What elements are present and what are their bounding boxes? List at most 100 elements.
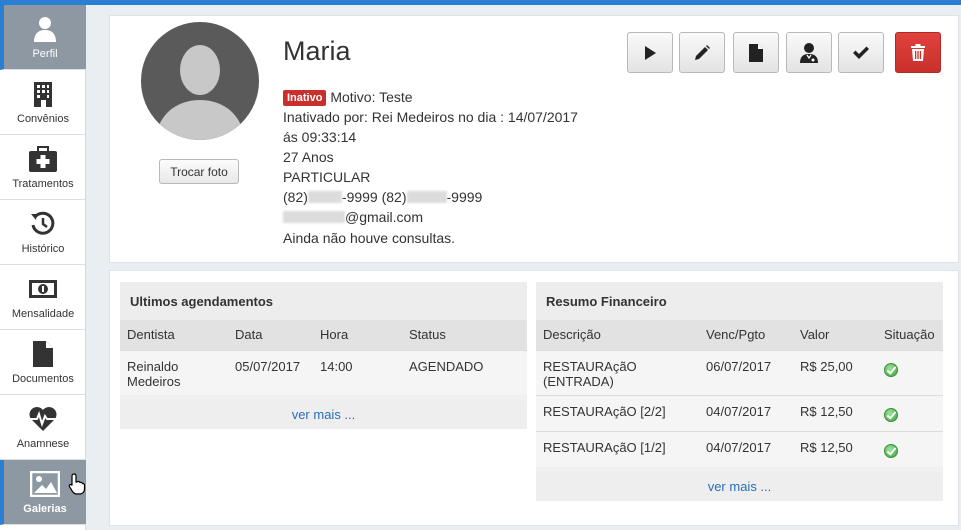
sidebar-item-documentos[interactable]: Documentos <box>0 330 86 395</box>
date-cell: 06/07/2017 <box>699 349 793 395</box>
money-icon <box>0 275 86 303</box>
column-header: Dentista <box>120 320 228 350</box>
top-accent-bar <box>0 0 961 5</box>
description-cell: RESTAURAçãO [2/2] <box>536 394 699 431</box>
description-text: RESTAURAçãO <box>543 358 637 374</box>
description-cell: RESTAURAçãO (ENTRADA) <box>536 349 699 395</box>
profile-card: Trocar foto Maria Inativo Motivo: Teste … <box>109 15 959 263</box>
sidebar-item-label: Histórico <box>21 243 65 255</box>
column-header: Situação <box>877 320 943 350</box>
status-cell: AGENDADO <box>402 349 527 395</box>
table-row[interactable]: Reinaldo Medeiros 05/07/2017 14:00 AGENDA… <box>120 349 527 395</box>
column-header: Venc/Pgto <box>699 320 793 350</box>
finance-table: Descrição Venc/Pgto Valor Situação RESTA… <box>536 320 943 467</box>
email: @gmail.com <box>283 209 423 225</box>
file-icon <box>749 43 763 62</box>
check-circle-icon <box>884 362 898 377</box>
finance-panel: Resumo Financeiro Descrição Venc/Pgto Va… <box>536 282 943 501</box>
pencil-icon <box>695 44 710 60</box>
play-icon <box>645 45 656 60</box>
finance-title: Resumo Financeiro <box>536 282 943 320</box>
sidebar-item-label: Documentos <box>12 373 74 385</box>
history-icon <box>0 210 86 238</box>
hand-cursor-icon <box>68 473 86 495</box>
document-icon <box>0 340 86 368</box>
sidebar-item-galerias[interactable]: Galerias <box>0 460 86 525</box>
phone2-prefix: (82) <box>381 189 407 205</box>
patient-name: Maria <box>283 36 351 66</box>
appointments-table: Dentista Data Hora Status Reinaldo Medeir… <box>120 320 527 395</box>
sidebar-item-convenios[interactable]: Convênios <box>0 70 86 135</box>
date-cell: 04/07/2017 <box>699 394 793 431</box>
patient-age: 27 Anos <box>283 149 334 165</box>
description-cell: RESTAURAçãO [1/2] <box>536 430 699 467</box>
redacted-email-user <box>283 211 345 223</box>
building-icon <box>0 80 86 108</box>
situation-cell <box>877 349 943 395</box>
sidebar-item-label: Convênios <box>17 113 69 125</box>
inactivation-reason: Motivo: Teste <box>330 89 413 105</box>
inactivated-by: Inativado por: Rei Medeiros no dia : 14/… <box>283 109 578 125</box>
date-cell: 04/07/2017 <box>699 430 793 467</box>
column-header: Hora <box>313 320 402 350</box>
user-icon <box>4 15 86 43</box>
situation-cell <box>877 394 943 431</box>
avatar <box>141 22 259 140</box>
column-header: Descrição <box>536 320 699 350</box>
sidebar-item-tratamentos[interactable]: Tratamentos <box>0 135 86 200</box>
appointments-more-link[interactable]: ver mais ... <box>120 400 527 429</box>
value-cell: R$ 12,50 <box>793 394 877 431</box>
trash-icon <box>911 43 925 61</box>
summary-section: Ultimos agendamentos Dentista Data Hora … <box>109 270 959 526</box>
check-circle-icon <box>884 443 898 458</box>
time-cell: 14:00 <box>313 349 402 395</box>
date-cell: 05/07/2017 <box>228 349 313 395</box>
play-button[interactable] <box>627 32 673 73</box>
phone1-suffix: -9999 <box>341 189 378 205</box>
medkit-icon <box>0 145 86 173</box>
delete-button[interactable] <box>895 32 941 73</box>
finance-more-link[interactable]: ver mais ... <box>536 472 943 501</box>
doctor-button[interactable] <box>786 32 832 73</box>
dentist-last-name: Medeiros <box>127 373 181 389</box>
column-header: Status <box>402 320 527 350</box>
redacted-digits <box>406 191 447 203</box>
sidebar-item-anamnese[interactable]: Anamnese <box>0 395 86 460</box>
document-button[interactable] <box>733 32 779 73</box>
confirm-button[interactable] <box>838 32 884 73</box>
edit-button[interactable] <box>679 32 725 73</box>
sidebar-item-label: Mensalidade <box>11 308 75 320</box>
table-row[interactable]: RESTAURAçãO [1/2] 04/07/2017 R$ 12,50 <box>536 430 943 467</box>
appointments-panel: Ultimos agendamentos Dentista Data Hora … <box>120 282 527 429</box>
table-row[interactable]: RESTAURAçãO [2/2] 04/07/2017 R$ 12,50 <box>536 394 943 431</box>
table-row[interactable]: RESTAURAçãO (ENTRADA) 06/07/2017 R$ 25,00 <box>536 349 943 395</box>
sidebar-item-label: Anamnese <box>16 438 70 450</box>
sidebar-item-label: Perfil <box>32 48 58 60</box>
column-header: Valor <box>793 320 877 350</box>
sidebar-item-historico[interactable]: Histórico <box>0 200 86 265</box>
value-cell: R$ 12,50 <box>793 430 877 467</box>
column-header: Data <box>228 320 313 350</box>
phone2-suffix: -9999 <box>446 189 483 205</box>
doctor-icon <box>800 42 818 63</box>
check-circle-icon <box>884 407 898 422</box>
dentist-first-name: Reinaldo <box>127 358 179 374</box>
consultations-info: Ainda não houve consultas. <box>283 230 456 246</box>
appointments-title: Ultimos agendamentos <box>120 282 527 320</box>
change-photo-button[interactable]: Trocar foto <box>159 159 239 184</box>
check-icon <box>853 46 869 59</box>
inactivated-time: ás 09:33:14 <box>283 129 357 145</box>
phone1-prefix: (82) <box>283 189 308 205</box>
table-header-row: Descrição Venc/Pgto Valor Situação <box>536 320 943 350</box>
sidebar-item-mensalidade[interactable]: Mensalidade <box>0 265 86 330</box>
sidebar-item-label: Galerias <box>23 503 67 515</box>
email-domain: @gmail.com <box>345 209 424 225</box>
situation-cell <box>877 430 943 467</box>
status-badge: Inativo <box>283 90 327 106</box>
sidebar-item-perfil[interactable]: Perfil <box>0 5 86 70</box>
sidebar-item-label: Tratamentos <box>12 178 74 190</box>
status-line: Inativo Motivo: Teste <box>283 89 413 106</box>
patient-plan: PARTICULAR <box>283 169 371 185</box>
dentist-cell: Reinaldo Medeiros <box>120 349 228 395</box>
heartbeat-icon <box>0 405 86 433</box>
